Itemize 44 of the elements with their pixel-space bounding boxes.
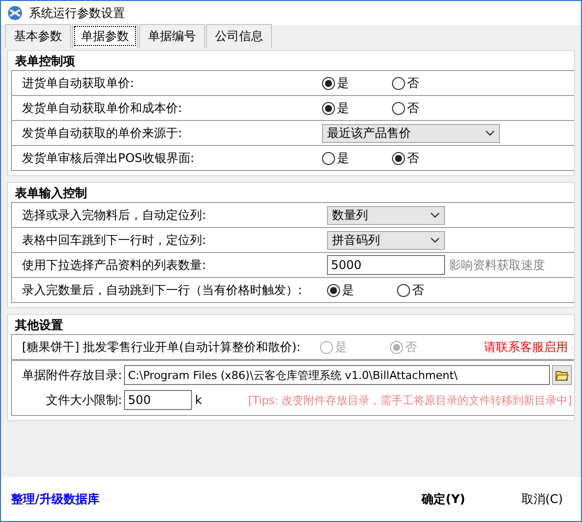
dropdown[interactable]: 最近该产品售价 — [322, 124, 500, 142]
folder-icon — [555, 369, 569, 381]
tab[interactable]: 单据编号 — [139, 24, 205, 48]
input-field[interactable]: 500 — [124, 390, 192, 410]
input-field[interactable]: 5000 — [327, 255, 445, 275]
setting-label: 录入完数量后，自动跳到下一行（当有价格时触发）: — [22, 282, 304, 298]
setting-label: [糖果饼干] 批发零售行业开单(自动计算整价和散价): — [22, 338, 302, 356]
hint-text: 影响资料获取速度 — [449, 256, 545, 274]
radio-option[interactable]: 否 — [392, 150, 462, 166]
setting-label: 表格中回车跳到下一行时，定位列: — [22, 232, 208, 248]
tab[interactable]: 公司信息 — [206, 24, 272, 48]
radio-option[interactable]: 否 — [392, 74, 462, 92]
radio-option[interactable]: 是 — [322, 100, 392, 116]
notice-text: 请联系客服启用 — [484, 338, 568, 356]
group-title: 表单输入控制 — [14, 185, 88, 202]
path-field[interactable]: C:\Program Files (x86)\云客仓库管理系统 v1.0\BillAttachment\ — [124, 365, 550, 385]
chevron-down-icon — [485, 130, 495, 136]
field-label: 文件大小限制: — [44, 392, 123, 408]
setting-label: 进货单自动获取单价: — [22, 74, 136, 92]
unit-label: k — [195, 393, 202, 407]
field-label: 单据附件存放目录: — [20, 366, 123, 384]
setting-label: 选择或录入完物料后，自动定位列: — [22, 206, 208, 224]
radio-option[interactable]: 是 — [327, 282, 397, 298]
app-icon — [7, 5, 23, 21]
dropdown[interactable]: 数量列 — [327, 206, 445, 224]
setting-label: 发货单自动获取单价和成本价: — [22, 100, 184, 116]
chevron-down-icon — [430, 237, 440, 243]
upgrade-database-link[interactable]: 整理/升级数据库 — [11, 490, 100, 508]
group-title: 表单控制项 — [14, 53, 76, 70]
radio-option[interactable]: 是 — [322, 150, 392, 166]
radio-option[interactable]: 否 — [397, 282, 467, 298]
setting-label: 使用下拉选择产品资料的列表数量: — [22, 256, 208, 274]
setting-label: 发货单自动获取的单价来源于: — [22, 124, 184, 142]
dropdown[interactable]: 拼音码列 — [327, 230, 445, 250]
chevron-down-icon — [430, 212, 440, 218]
tips-text: [Tips: 改变附件存放目录，需手工将原目录的文件转移到新目录中] — [248, 392, 573, 408]
radio-option[interactable]: 否 — [392, 100, 462, 116]
setting-label: 发货单审核后弹出POS收银界面: — [22, 150, 196, 166]
radio-option[interactable]: 是 — [322, 74, 392, 92]
browse-button[interactable] — [552, 365, 572, 385]
window-title: 系统运行参数设置 — [29, 4, 125, 22]
group-title: 其他设置 — [14, 317, 64, 334]
tab[interactable]: 单据参数 — [72, 24, 138, 48]
tab[interactable]: 基本参数 — [5, 24, 71, 48]
